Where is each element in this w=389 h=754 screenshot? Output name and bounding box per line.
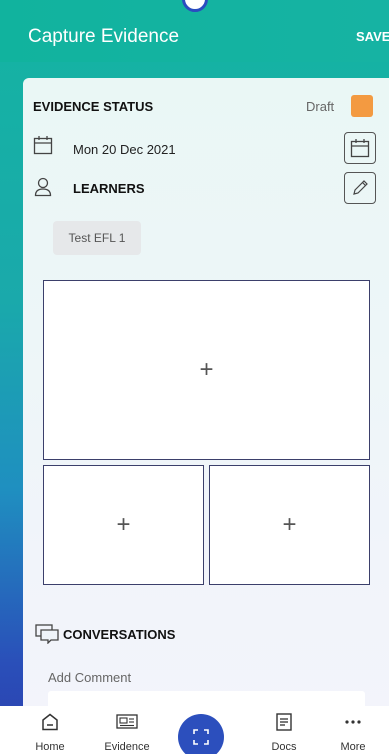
pencil-icon — [353, 180, 368, 195]
nav-docs[interactable]: Docs — [249, 706, 319, 754]
save-button[interactable]: SAVE — [356, 29, 389, 44]
chat-icon — [35, 624, 59, 644]
docs-icon — [276, 713, 292, 731]
home-icon — [42, 713, 58, 731]
evidence-status-label: EVIDENCE STATUS — [33, 99, 154, 114]
page-title: Capture Evidence — [28, 26, 180, 47]
nav-evidence[interactable]: Evidence — [92, 706, 162, 754]
app-header: Capture Evidence SAVE — [0, 0, 389, 62]
plus-icon: + — [199, 356, 214, 383]
status-notch — [182, 0, 208, 12]
nav-docs-label: Docs — [271, 741, 297, 753]
nav-more[interactable]: More — [318, 706, 388, 754]
calendar-icon — [350, 139, 370, 158]
scan-button[interactable] — [178, 714, 224, 754]
status-color-button[interactable] — [351, 95, 373, 117]
page: Capture Evidence SAVE EVIDENCE STATUS Dr… — [0, 0, 389, 754]
nav-home-label: Home — [35, 741, 65, 753]
learner-chip[interactable]: Test EFL 1 — [53, 221, 141, 255]
plus-icon: + — [282, 511, 297, 538]
add-photo-left[interactable]: + — [43, 465, 204, 585]
nav-evidence-label: Evidence — [104, 741, 150, 753]
plus-icon: + — [116, 511, 131, 538]
learners-label: LEARNERS — [73, 181, 145, 196]
add-photo-right[interactable]: + — [209, 465, 370, 585]
person-icon — [34, 177, 52, 197]
scan-icon — [193, 729, 209, 745]
evidence-icon — [116, 714, 138, 729]
calendar-icon — [33, 136, 53, 155]
nav-more-label: More — [340, 741, 366, 753]
evidence-card: EVIDENCE STATUS Draft Mon 20 Dec 2021 LE… — [23, 78, 389, 721]
more-icon — [345, 720, 361, 724]
nav-home[interactable]: Home — [15, 706, 85, 754]
evidence-date: Mon 20 Dec 2021 — [73, 142, 176, 157]
status-value: Draft — [306, 99, 335, 114]
add-comment-label: Add Comment — [48, 670, 132, 685]
add-photo-main[interactable]: + — [43, 280, 370, 460]
date-picker-button[interactable] — [344, 132, 376, 164]
conversations-label: CONVERSATIONS — [63, 627, 176, 642]
edit-learners-button[interactable] — [344, 172, 376, 204]
